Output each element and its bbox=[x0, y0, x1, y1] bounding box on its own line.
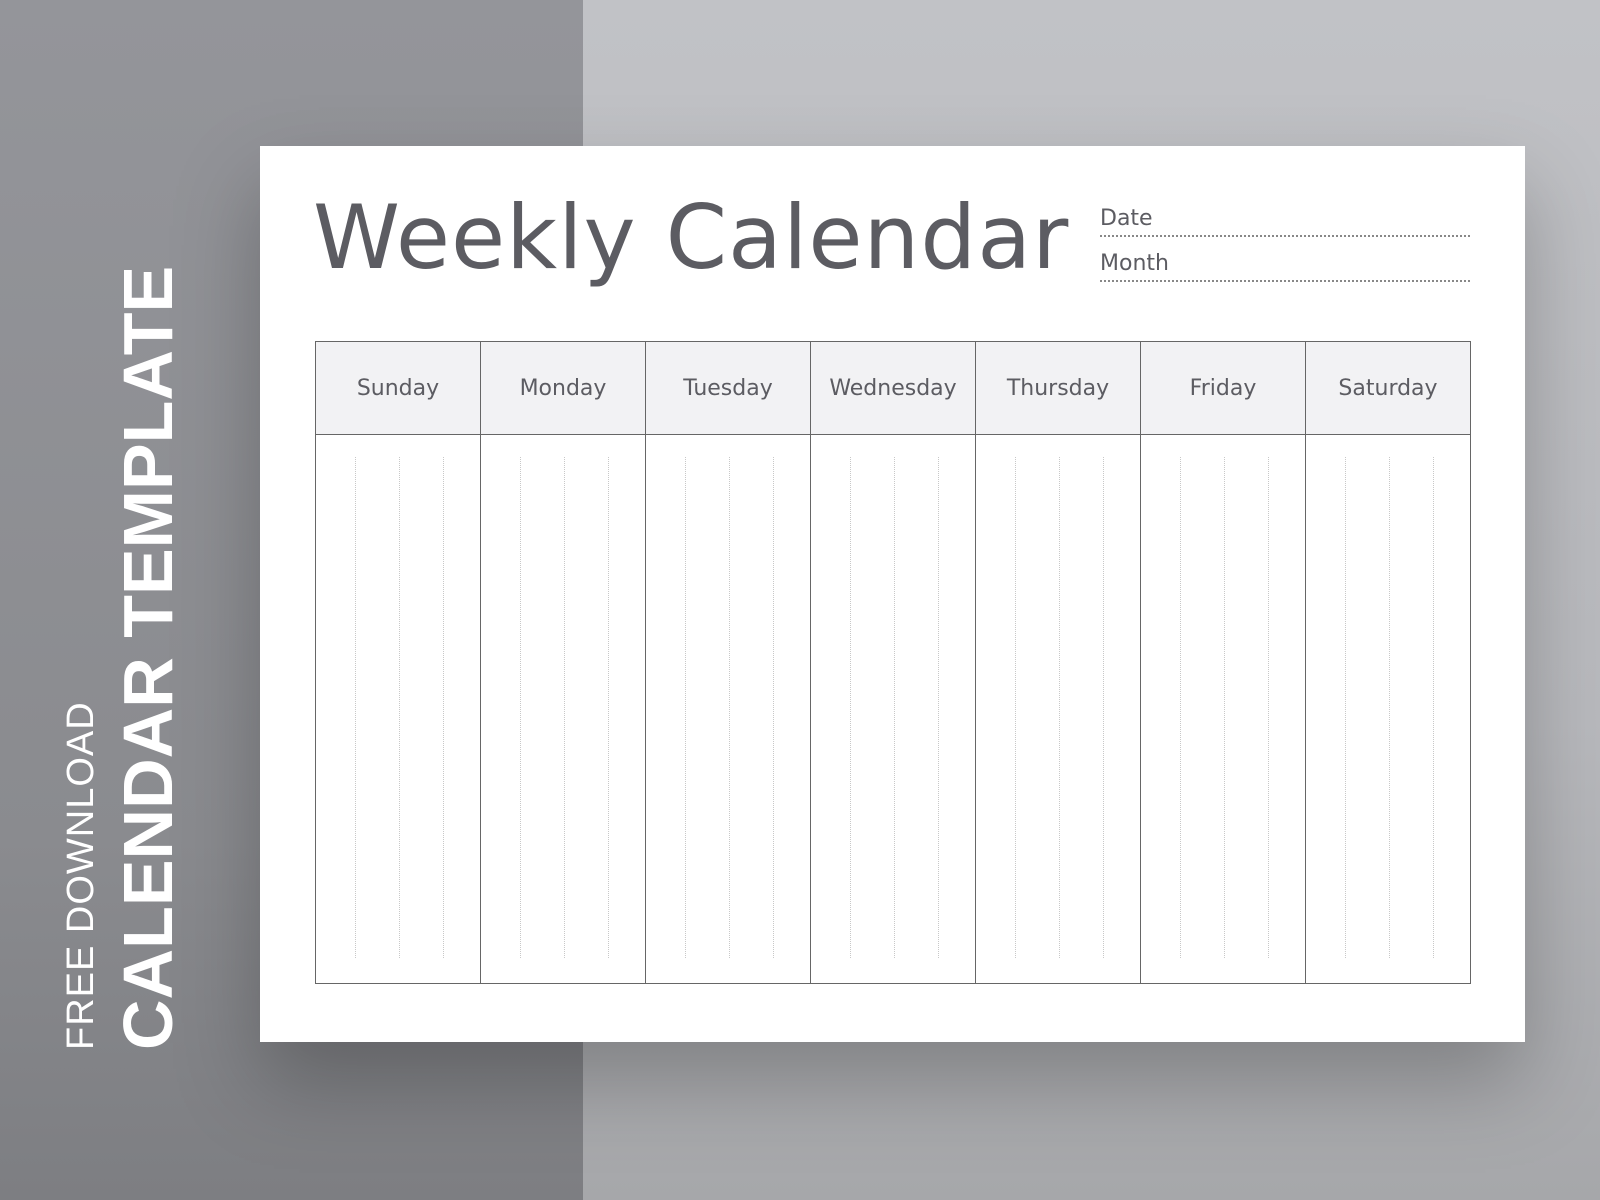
guide-line bbox=[355, 457, 356, 958]
day-header: Friday bbox=[1141, 342, 1305, 435]
guide-line bbox=[1433, 457, 1434, 958]
month-field[interactable]: Month bbox=[1100, 251, 1470, 282]
guide-line bbox=[938, 457, 939, 958]
day-column[interactable]: Friday bbox=[1141, 342, 1306, 983]
free-download-label: FREE DOWNLOAD bbox=[60, 701, 102, 1050]
guide-line bbox=[1059, 457, 1060, 958]
calendar-card: Weekly Calendar Date Month Sunday Monday… bbox=[260, 146, 1525, 1042]
guide-line bbox=[1015, 457, 1016, 958]
day-header: Saturday bbox=[1306, 342, 1470, 435]
guide-line bbox=[608, 457, 609, 958]
guide-line bbox=[1345, 457, 1346, 958]
day-column[interactable]: Monday bbox=[481, 342, 646, 983]
page-title: Weekly Calendar bbox=[313, 186, 1070, 289]
guide-line bbox=[729, 457, 730, 958]
day-column[interactable]: Sunday bbox=[316, 342, 481, 983]
guide-line bbox=[773, 457, 774, 958]
calendar-template-label: CALENDAR TEMPLATE bbox=[109, 265, 187, 1050]
week-table: Sunday Monday Tuesday Wednesday Thursday… bbox=[315, 341, 1471, 984]
day-header: Wednesday bbox=[811, 342, 975, 435]
day-column[interactable]: Wednesday bbox=[811, 342, 976, 983]
guide-line bbox=[1268, 457, 1269, 958]
day-header: Thursday bbox=[976, 342, 1140, 435]
day-column[interactable]: Tuesday bbox=[646, 342, 811, 983]
guide-line bbox=[1224, 457, 1225, 958]
date-label: Date bbox=[1100, 206, 1153, 231]
guide-line bbox=[894, 457, 895, 958]
guide-line bbox=[564, 457, 565, 958]
banner-text: FREE DOWNLOAD CALENDAR TEMPLATE bbox=[60, 265, 187, 1050]
day-header: Monday bbox=[481, 342, 645, 435]
day-header: Sunday bbox=[316, 342, 480, 435]
guide-line bbox=[1103, 457, 1104, 958]
day-column[interactable]: Saturday bbox=[1306, 342, 1470, 983]
month-label: Month bbox=[1100, 251, 1169, 276]
guide-line bbox=[1389, 457, 1390, 958]
guide-line bbox=[685, 457, 686, 958]
day-header: Tuesday bbox=[646, 342, 810, 435]
guide-line bbox=[520, 457, 521, 958]
guide-line bbox=[399, 457, 400, 958]
guide-line bbox=[1180, 457, 1181, 958]
guide-line bbox=[443, 457, 444, 958]
guide-line bbox=[850, 457, 851, 958]
day-column[interactable]: Thursday bbox=[976, 342, 1141, 983]
date-field[interactable]: Date bbox=[1100, 206, 1470, 237]
